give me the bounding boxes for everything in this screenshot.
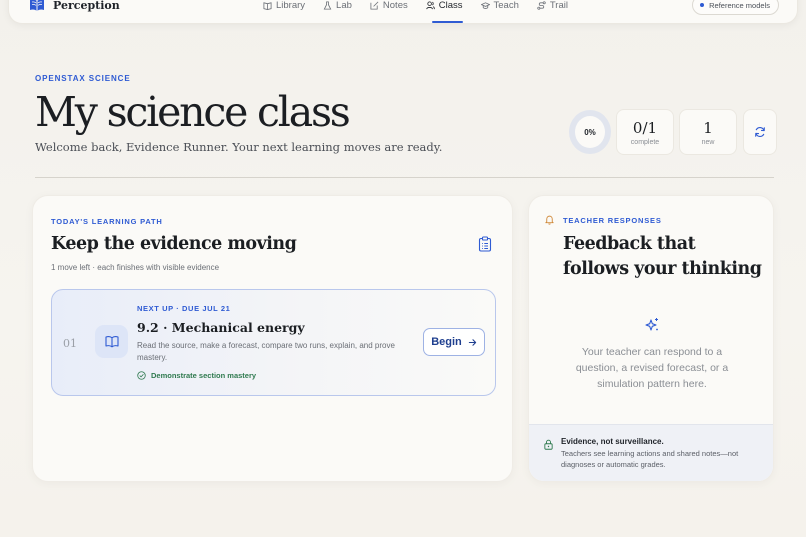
begin-button[interactable]: Begin — [423, 328, 485, 356]
main-nav: Library Lab Notes Class Teach Trail — [263, 0, 568, 23]
next-move-card[interactable]: 01 NEXT UP · DUE JUL 21 9.2 · Mechanical… — [51, 289, 496, 396]
nav-item-lab[interactable]: Lab — [323, 0, 352, 12]
new-label: new — [701, 138, 715, 146]
nav-item-library[interactable]: Library — [263, 0, 305, 12]
refresh-button[interactable] — [743, 109, 777, 155]
move-title: 9.2 · Mechanical energy — [137, 320, 305, 335]
privacy-note: Evidence, not surveillance. Teachers see… — [529, 424, 773, 481]
complete-value: 0/1 — [632, 118, 658, 137]
book-icon — [263, 1, 272, 10]
refresh-icon — [755, 126, 765, 138]
privacy-title: Evidence, not surveillance. — [561, 437, 664, 446]
nav-item-notes[interactable]: Notes — [370, 0, 408, 12]
nav-item-teach[interactable]: Teach — [480, 0, 519, 12]
top-navigation-bar: Perception Library Lab Notes Class Teach… — [8, 0, 798, 24]
welcome-message: Welcome back, Evidence Runner. Your next… — [35, 140, 443, 154]
complete-label: complete — [630, 138, 660, 146]
nav-label: Teach — [493, 0, 519, 11]
move-description: Read the source, make a forecast, compar… — [137, 341, 395, 362]
learning-path-meta: 1 move left · each finishes with visible… — [51, 263, 220, 272]
arrow-right-icon — [468, 338, 476, 346]
route-icon — [537, 0, 546, 10]
teacher-responses-eyebrow: TEACHER RESPONSES — [563, 216, 662, 225]
graduation-cap-icon — [480, 1, 490, 9]
progress-stats: 0% 0/1 complete 1 new — [569, 109, 777, 155]
open-book-logo-icon — [30, 0, 44, 11]
new-value: 1 — [703, 118, 713, 137]
move-due-label: NEXT UP · DUE JUL 21 — [137, 304, 231, 313]
open-book-icon — [104, 336, 119, 348]
teacher-responses-title: Feedback that follows your thinking — [563, 234, 762, 279]
check-circle-icon — [137, 371, 146, 380]
empty-state-text: Your teacher can respond to a question, … — [575, 346, 729, 390]
bell-icon — [545, 215, 554, 225]
clipboard-list-icon[interactable] — [478, 236, 492, 252]
move-number: 01 — [63, 337, 77, 350]
privacy-text: Teachers see learning actions and shared… — [561, 449, 739, 469]
nav-item-class[interactable]: Class — [426, 0, 463, 23]
lock-icon — [544, 439, 553, 450]
begin-label: Begin — [431, 336, 462, 348]
reference-models-label: Reference models — [709, 0, 770, 10]
users-icon — [426, 0, 435, 9]
teacher-responses-card: TEACHER RESPONSES Feedback that follows … — [528, 195, 774, 482]
progress-ring: 0% — [569, 109, 611, 155]
page-title: My science class — [35, 88, 351, 136]
edit-icon — [370, 1, 379, 10]
nav-item-trail[interactable]: Trail — [537, 0, 568, 12]
move-icon-tile — [95, 325, 128, 358]
move-goal-label: Demonstrate section mastery — [151, 371, 257, 380]
nav-label: Notes — [382, 0, 408, 11]
status-dot — [700, 3, 705, 7]
nav-label: Trail — [549, 0, 568, 11]
course-eyebrow: OPENSTAX SCIENCE — [35, 74, 131, 83]
progress-percent: 0% — [584, 127, 596, 137]
brand[interactable]: Perception — [29, 0, 120, 12]
new-stat: 1 new — [679, 109, 737, 155]
app-name: Perception — [53, 0, 120, 12]
sparkles-icon — [645, 318, 658, 331]
learning-path-eyebrow: TODAY'S LEARNING PATH — [51, 217, 163, 226]
complete-stat: 0/1 complete — [616, 109, 674, 155]
learning-path-title: Keep the evidence moving — [51, 234, 297, 254]
learning-path-card: TODAY'S LEARNING PATH Keep the evidence … — [32, 195, 513, 482]
nav-label: Class — [438, 0, 463, 11]
nav-label: Lab — [336, 0, 352, 11]
nav-label: Library — [276, 0, 306, 11]
reference-models-button[interactable]: Reference models — [692, 0, 779, 15]
move-goal: Demonstrate section mastery — [137, 371, 256, 380]
flask-icon — [323, 0, 332, 10]
section-divider — [35, 177, 774, 178]
